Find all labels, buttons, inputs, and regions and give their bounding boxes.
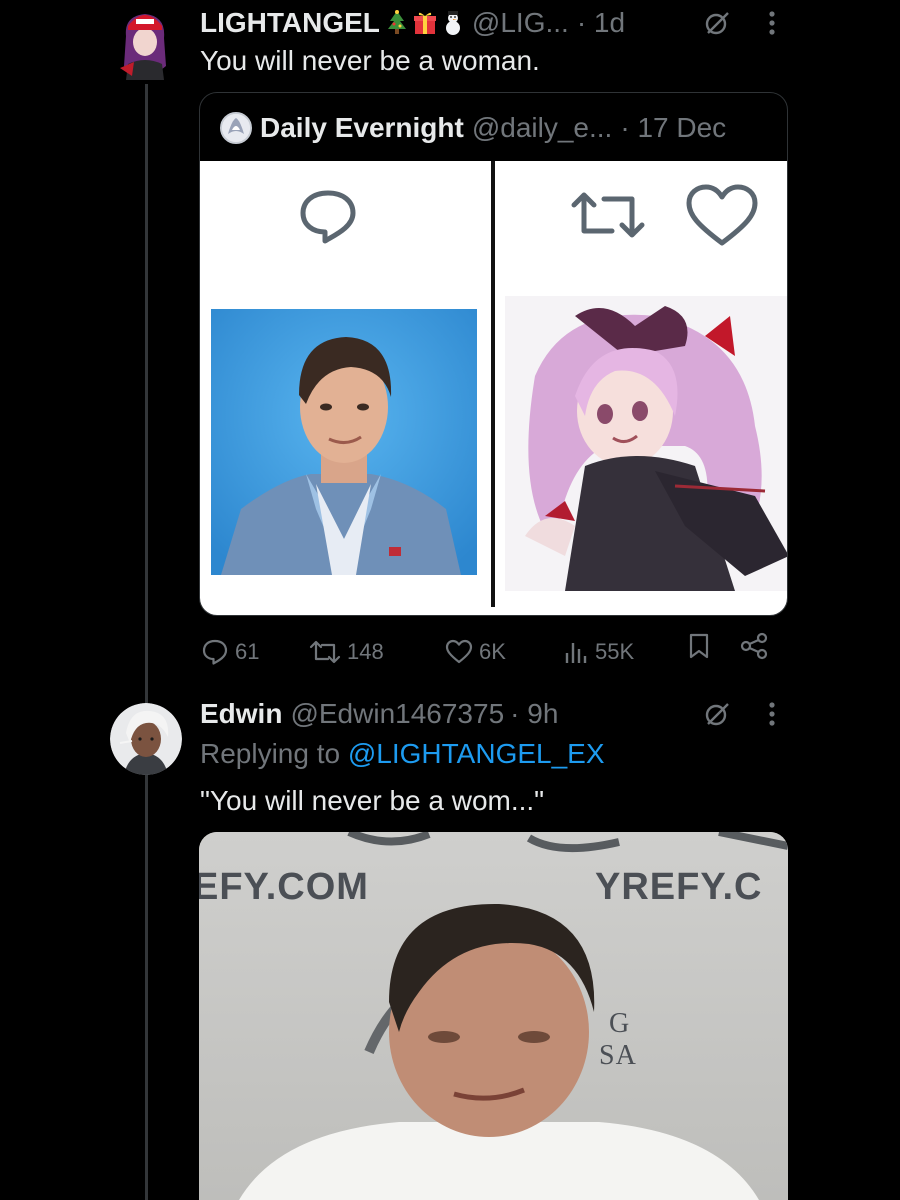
reply-action[interactable]: 61 <box>201 632 259 672</box>
watermark-right: YREFY.C <box>595 866 763 908</box>
reply-timestamp[interactable]: · 9h <box>510 697 558 731</box>
bookmark-action[interactable] <box>687 632 711 660</box>
daily-evernight-avatar <box>220 112 252 144</box>
gift-emoji <box>413 12 436 34</box>
reply-count: 61 <box>235 639 260 664</box>
grok-icon[interactable] <box>700 6 734 40</box>
edwin-avatar[interactable] <box>110 703 182 775</box>
replying-to-line: Replying to @LIGHTANGEL_EX <box>200 734 605 774</box>
tweet-timestamp[interactable]: · 1d <box>577 6 625 40</box>
reply-text: "You will never be a wom..." <box>200 785 545 816</box>
quote-display-name: Daily Evernight <box>260 112 464 143</box>
repost-action[interactable]: 148 <box>309 632 384 672</box>
heart-icon <box>445 639 473 664</box>
watermark-logo-a: G <box>609 1008 631 1039</box>
tweet-header: LIGHTANGEL @LIG... · 1d <box>200 6 625 40</box>
repost-icon <box>309 640 341 664</box>
reply-more-options-icon[interactable] <box>760 697 784 731</box>
share-icon <box>740 632 768 660</box>
thread-connector-line <box>145 84 148 1200</box>
display-name[interactable]: LIGHTANGEL <box>200 6 380 40</box>
watermark-logo-b: SA <box>599 1040 637 1071</box>
watermark-left: EFY.COM <box>199 866 369 908</box>
christmas-tree-emoji <box>387 10 406 34</box>
quoted-tweet-card[interactable]: Daily Evernight @daily_e... · 17 Dec <box>199 92 788 616</box>
like-action[interactable]: 6K <box>445 632 506 672</box>
views-action[interactable]: 55K <box>563 632 634 672</box>
repost-count: 148 <box>347 639 384 664</box>
name-emojis <box>384 10 466 36</box>
share-action[interactable] <box>739 632 769 660</box>
more-options-icon[interactable] <box>760 6 784 40</box>
meme-repost-icon <box>571 192 645 238</box>
quote-timestamp: · 17 Dec <box>620 112 727 143</box>
reply-grok-icon[interactable] <box>700 697 734 731</box>
view-count: 55K <box>595 639 635 664</box>
lightangel-avatar[interactable] <box>114 6 176 80</box>
tweet-text: You will never be a woman. <box>200 45 540 76</box>
quote-header: Daily Evernight @daily_e... · 17 Dec <box>220 111 726 145</box>
reply-header: Edwin @Edwin1467375 · 9h <box>200 697 558 731</box>
views-chart-icon <box>565 643 587 663</box>
anime-character-image <box>505 296 787 591</box>
reply-media-image[interactable]: EFY.COM YREFY.C G SA <box>199 832 788 1200</box>
snowman-emoji <box>445 11 460 35</box>
man-portrait-photo <box>211 309 477 575</box>
replying-to-label: Replying to <box>200 738 341 769</box>
quote-handle: @daily_e... <box>471 112 613 143</box>
meme-like-icon <box>686 184 758 246</box>
like-count: 6K <box>479 639 506 664</box>
reply-display-name[interactable]: Edwin <box>200 697 282 731</box>
meme-reply-icon <box>300 190 356 244</box>
quote-media-image[interactable] <box>200 161 787 615</box>
tweet-action-bar: 61 148 6K 55K <box>199 632 788 672</box>
reply-icon <box>202 639 228 665</box>
meme-divider <box>491 161 495 607</box>
replying-to-mention-link[interactable]: @LIGHTANGEL_EX <box>348 738 605 769</box>
reply-handle[interactable]: @Edwin1467375 <box>290 697 504 731</box>
tweet-handle[interactable]: @LIG... <box>472 6 569 40</box>
bookmark-icon <box>689 633 709 659</box>
